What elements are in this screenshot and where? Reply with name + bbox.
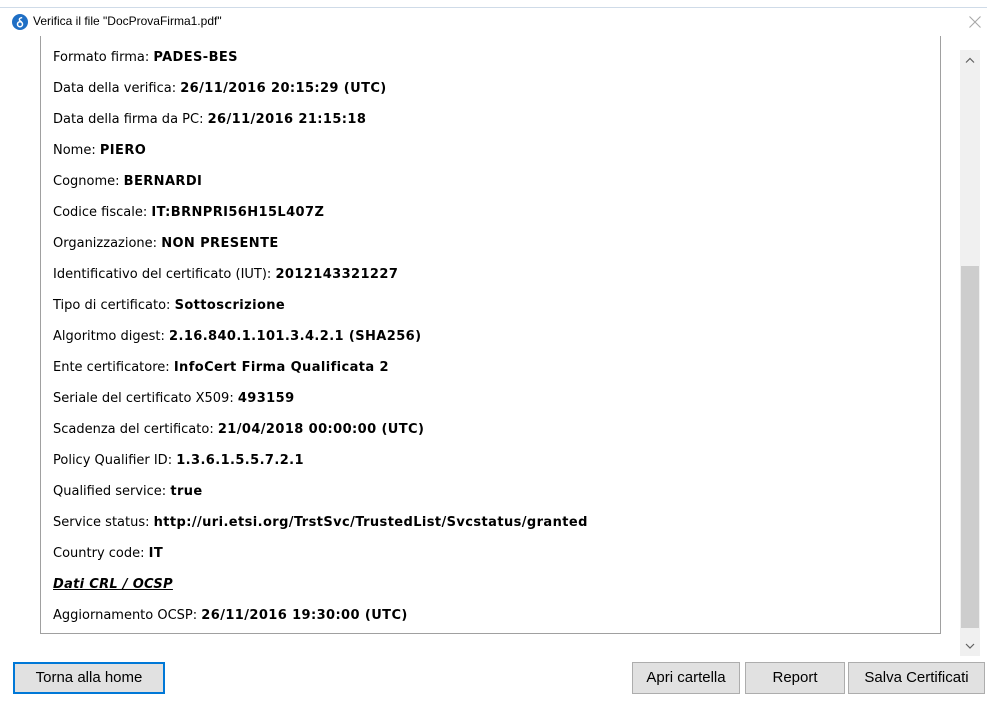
detail-label: Organizzazione: bbox=[53, 236, 158, 251]
detail-label: Identificativo del certificato (IUT): bbox=[53, 267, 272, 282]
detail-label: Policy Qualifier ID: bbox=[53, 453, 173, 468]
detail-row: Identificativo del certificato (IUT): 20… bbox=[53, 259, 588, 290]
title-bar[interactable]: Verifica il file "DocProvaFirma1.pdf" bbox=[0, 8, 987, 36]
crl-ocsp-section-row: Dati CRL / OCSP bbox=[53, 569, 588, 600]
detail-value: 2012143321227 bbox=[275, 267, 399, 282]
detail-value: true bbox=[170, 484, 203, 499]
detail-row: Tipo di certificato: Sottoscrizione bbox=[53, 290, 588, 321]
detail-row: Country code: IT bbox=[53, 538, 588, 569]
verification-details-panel[interactable]: Formato firma: PADES-BES Data della veri… bbox=[40, 36, 941, 634]
detail-label: Ente certificatore: bbox=[53, 360, 170, 375]
detail-value: PIERO bbox=[99, 143, 147, 158]
detail-label: Country code: bbox=[53, 546, 145, 561]
detail-row: Algoritmo digest: 2.16.840.1.101.3.4.2.1… bbox=[53, 321, 588, 352]
report-button[interactable]: Report bbox=[745, 662, 845, 694]
detail-row: Nome: PIERO bbox=[53, 135, 588, 166]
detail-value: BERNARDI bbox=[123, 174, 203, 189]
detail-row: Organizzazione: NON PRESENTE bbox=[53, 228, 588, 259]
detail-value: 2.16.840.1.101.3.4.2.1 (SHA256) bbox=[169, 329, 422, 344]
detail-label: Service status: bbox=[53, 515, 150, 530]
detail-value: InfoCert Firma Qualificata 2 bbox=[173, 360, 389, 375]
detail-label: Data della firma da PC: bbox=[53, 112, 204, 127]
detail-label: Qualified service: bbox=[53, 484, 167, 499]
chevron-up-icon[interactable] bbox=[960, 50, 980, 70]
vertical-scrollbar[interactable] bbox=[960, 50, 980, 656]
detail-row: Policy Qualifier ID: 1.3.6.1.5.5.7.2.1 bbox=[53, 445, 588, 476]
scrollbar-thumb[interactable] bbox=[961, 266, 979, 628]
detail-label: Aggiornamento OCSP: bbox=[53, 608, 198, 623]
detail-value: PADES-BES bbox=[153, 50, 238, 65]
window-title: Verifica il file "DocProvaFirma1.pdf" bbox=[33, 14, 222, 28]
detail-row: Seriale del certificato X509: 493159 bbox=[53, 383, 588, 414]
chevron-down-icon[interactable] bbox=[960, 636, 980, 656]
detail-row: Ente certificatore: InfoCert Firma Quali… bbox=[53, 352, 588, 383]
details-list: Formato firma: PADES-BES Data della veri… bbox=[53, 42, 588, 631]
detail-value: IT bbox=[148, 546, 164, 561]
detail-row: Service status: http://uri.etsi.org/Trst… bbox=[53, 507, 588, 538]
detail-value: 493159 bbox=[237, 391, 295, 406]
detail-value: IT:BRNPRI56H15L407Z bbox=[151, 205, 325, 220]
save-certificates-button[interactable]: Salva Certificati bbox=[848, 662, 985, 694]
detail-value: 21/04/2018 00:00:00 (UTC) bbox=[217, 422, 425, 437]
detail-label: Algoritmo digest: bbox=[53, 329, 165, 344]
detail-label: Seriale del certificato X509: bbox=[53, 391, 234, 406]
detail-row: Data della verifica: 26/11/2016 20:15:29… bbox=[53, 73, 588, 104]
detail-value: 26/11/2016 19:30:00 (UTC) bbox=[201, 608, 408, 623]
detail-row: Cognome: BERNARDI bbox=[53, 166, 588, 197]
back-to-home-button[interactable]: Torna alla home bbox=[13, 662, 165, 694]
detail-value: Sottoscrizione bbox=[174, 298, 286, 313]
detail-value: http://uri.etsi.org/TrstSvc/TrustedList/… bbox=[153, 515, 588, 530]
detail-label: Codice fiscale: bbox=[53, 205, 148, 220]
detail-value: NON PRESENTE bbox=[161, 236, 279, 251]
detail-value: 26/11/2016 21:15:18 bbox=[207, 112, 367, 127]
detail-label: Scadenza del certificato: bbox=[53, 422, 214, 437]
detail-value: 26/11/2016 20:15:29 (UTC) bbox=[180, 81, 387, 96]
app-logo-icon bbox=[12, 14, 28, 30]
detail-label: Data della verifica: bbox=[53, 81, 177, 96]
crl-ocsp-heading: Dati CRL / OCSP bbox=[53, 577, 173, 592]
detail-label: Tipo di certificato: bbox=[53, 298, 171, 313]
detail-label: Cognome: bbox=[53, 174, 120, 189]
detail-label: Formato firma: bbox=[53, 50, 150, 65]
detail-row: Data della firma da PC: 26/11/2016 21:15… bbox=[53, 104, 588, 135]
open-folder-button[interactable]: Apri cartella bbox=[632, 662, 740, 694]
detail-row: Aggiornamento OCSP: 26/11/2016 19:30:00 … bbox=[53, 600, 588, 631]
detail-row: Scadenza del certificato: 21/04/2018 00:… bbox=[53, 414, 588, 445]
close-icon[interactable] bbox=[969, 16, 981, 28]
scrollbar-track[interactable] bbox=[960, 70, 980, 636]
detail-row: Formato firma: PADES-BES bbox=[53, 42, 588, 73]
detail-row: Codice fiscale: IT:BRNPRI56H15L407Z bbox=[53, 197, 588, 228]
detail-value: 1.3.6.1.5.5.7.2.1 bbox=[176, 453, 304, 468]
detail-label: Nome: bbox=[53, 143, 96, 158]
detail-row: Qualified service: true bbox=[53, 476, 588, 507]
